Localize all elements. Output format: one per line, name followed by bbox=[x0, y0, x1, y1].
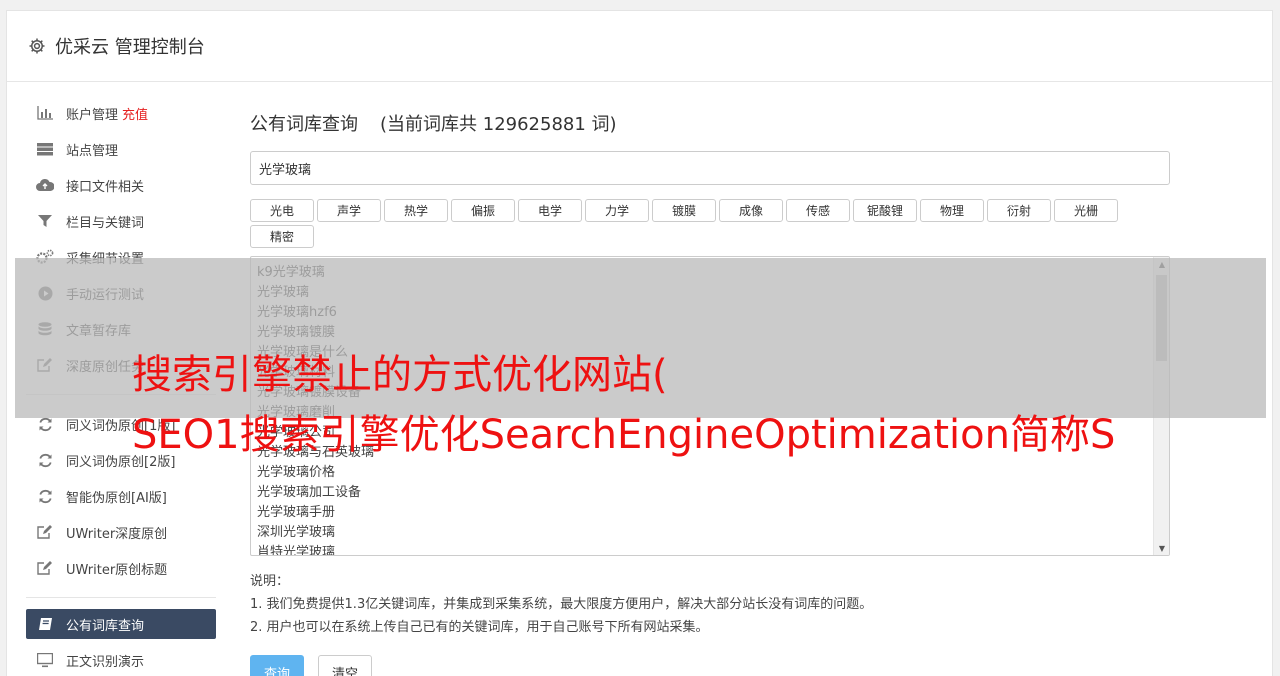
nav-divider bbox=[26, 597, 216, 598]
sidebar-item-label: UWriter原创标题 bbox=[66, 562, 168, 578]
sidebar-item-group2-2[interactable]: 智能伪原创[AI版] bbox=[26, 478, 216, 514]
list-item[interactable]: 深圳光学玻璃 bbox=[257, 523, 1163, 543]
list-item[interactable]: 肖特光学玻璃 bbox=[257, 543, 1163, 555]
list-item[interactable]: 光学玻璃价格 bbox=[257, 463, 1163, 483]
tag-button[interactable]: 铌酸锂 bbox=[853, 199, 917, 222]
tag-button[interactable]: 电学 bbox=[518, 199, 582, 222]
list-item[interactable]: 光学玻璃加工设备 bbox=[257, 483, 1163, 503]
tag-button[interactable]: 物理 bbox=[920, 199, 984, 222]
refresh-icon bbox=[36, 488, 54, 504]
sidebar-item-label: 栏目与关键词 bbox=[66, 215, 145, 231]
notes-section: 说明： 1. 我们免费提供1.3亿关键词库，并集成到采集系统，最大限度方便用户，… bbox=[250, 570, 1170, 639]
overlay-headline-1: 搜索引擎禁止的方式优化网站( bbox=[132, 352, 668, 398]
recharge-link[interactable]: 充值 bbox=[122, 104, 148, 123]
word-count-text: (当前词库共 129625881 词) bbox=[380, 114, 617, 135]
tag-button[interactable]: 声学 bbox=[317, 199, 381, 222]
sidebar-item-label: 公有词库查询 bbox=[66, 618, 145, 634]
sidebar-item-group1-3[interactable]: 栏目与关键词 bbox=[26, 203, 216, 239]
sidebar-item-group2-3[interactable]: UWriter深度原创 bbox=[26, 514, 216, 550]
tag-button[interactable]: 精密 bbox=[250, 225, 314, 248]
sidebar-item-group1-2[interactable]: 接口文件相关 bbox=[26, 167, 216, 203]
note-line-1: 1. 我们免费提供1.3亿关键词库，并集成到采集系统，最大限度方便用户，解决大部… bbox=[250, 597, 873, 612]
bar-chart-icon bbox=[36, 105, 54, 121]
query-button[interactable]: 查询 bbox=[250, 655, 304, 676]
page-title-text: 公有词库查询 bbox=[250, 114, 358, 135]
overlay-headline-2: SEO1搜索引擎优化SearchEngineOptimization简称S bbox=[132, 412, 1116, 458]
app-title: 优采云 管理控制台 bbox=[55, 37, 205, 58]
refresh-icon bbox=[36, 452, 54, 468]
sidebar-item-label: UWriter深度原创 bbox=[66, 526, 168, 542]
sidebar-item-group3-0[interactable]: 公有词库查询 bbox=[26, 609, 216, 639]
sidebar-item-group1-1[interactable]: 站点管理 bbox=[26, 131, 216, 167]
sidebar-item-label: 正文识别演示 bbox=[66, 654, 145, 670]
sidebar-item-label: 接口文件相关 bbox=[66, 179, 145, 195]
filter-icon bbox=[36, 213, 54, 229]
page-title: 公有词库查询 (当前词库共 129625881 词) bbox=[250, 112, 1170, 138]
tag-list: 光电 声学 热学 偏振 电学 力学 镀膜 成像 传感 铌酸锂 物理 衍射 光栅精密 bbox=[250, 199, 1170, 248]
tag-button[interactable]: 热学 bbox=[384, 199, 448, 222]
tag-button[interactable]: 光栅 bbox=[1054, 199, 1118, 222]
tag-button[interactable]: 成像 bbox=[719, 199, 783, 222]
sidebar-item-label: 账户管理 bbox=[66, 107, 119, 123]
tag-button[interactable]: 镀膜 bbox=[652, 199, 716, 222]
refresh-icon bbox=[36, 416, 54, 432]
tag-button[interactable]: 力学 bbox=[585, 199, 649, 222]
tag-button[interactable]: 衍射 bbox=[987, 199, 1051, 222]
scroll-down-icon[interactable]: ▼ bbox=[1154, 541, 1169, 555]
server-icon bbox=[36, 141, 54, 157]
gear-icon bbox=[27, 36, 47, 56]
cloud-upload-icon bbox=[36, 177, 54, 193]
monitor-icon bbox=[36, 652, 54, 668]
sidebar-item-group1-0[interactable]: 账户管理 充值 bbox=[26, 95, 216, 131]
app-header: 优采云 管理控制台 bbox=[7, 11, 1272, 82]
edit-icon bbox=[36, 524, 54, 540]
sidebar-item-label: 智能伪原创[AI版] bbox=[66, 490, 167, 506]
sidebar-item-group3-1[interactable]: 正文识别演示 bbox=[26, 642, 216, 676]
action-buttons: 查询 清空 bbox=[250, 655, 1170, 676]
sidebar-item-label: 站点管理 bbox=[66, 143, 119, 159]
tag-button[interactable]: 偏振 bbox=[451, 199, 515, 222]
list-item[interactable]: 光学玻璃手册 bbox=[257, 503, 1163, 523]
tag-button[interactable]: 传感 bbox=[786, 199, 850, 222]
keyword-search-input[interactable] bbox=[250, 151, 1170, 185]
book-icon bbox=[36, 616, 54, 632]
tag-button[interactable]: 光电 bbox=[250, 199, 314, 222]
clear-button[interactable]: 清空 bbox=[318, 655, 372, 676]
notes-title: 说明： bbox=[250, 574, 290, 589]
note-line-2: 2. 用户也可以在系统上传自己已有的关键词库，用于自己账号下所有网站采集。 bbox=[250, 620, 709, 635]
edit-icon bbox=[36, 560, 54, 576]
sidebar-item-group2-4[interactable]: UWriter原创标题 bbox=[26, 550, 216, 586]
